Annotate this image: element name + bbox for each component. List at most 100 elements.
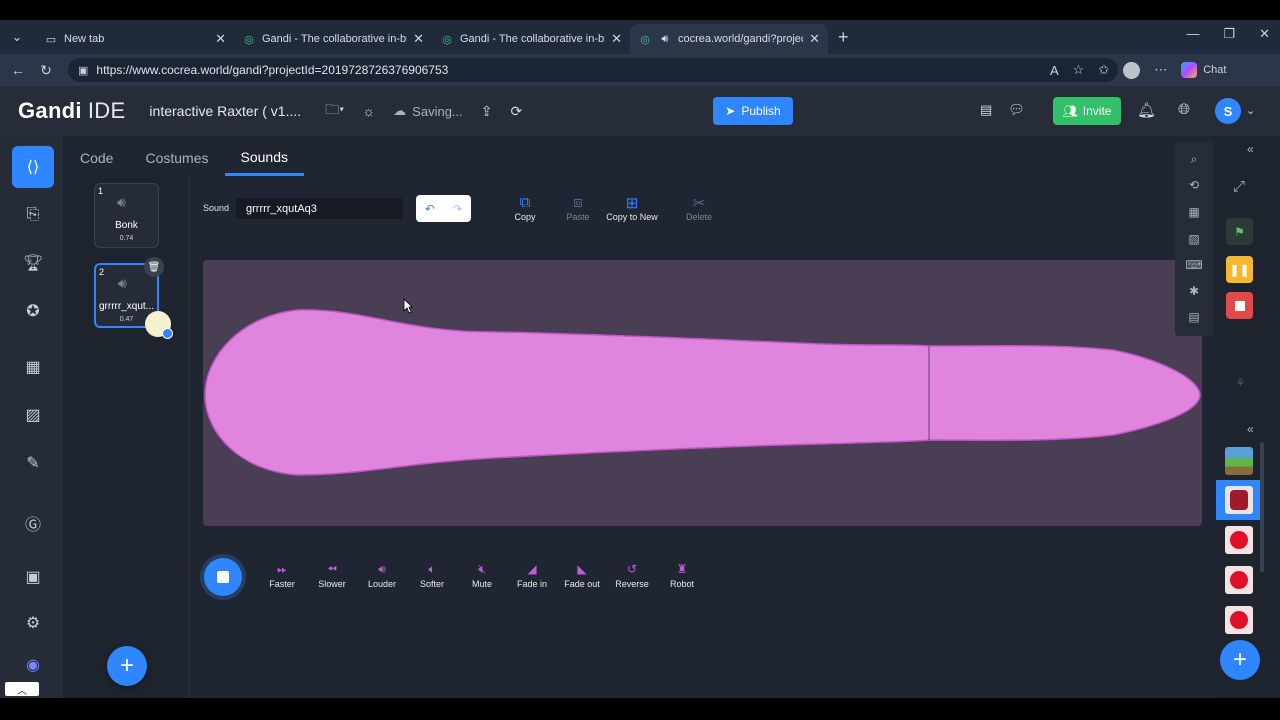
add-sprite-button[interactable]: +	[1220, 640, 1260, 680]
flag-icon: ⚑	[1234, 224, 1245, 239]
more-icon[interactable]: ⋯	[1154, 62, 1167, 78]
users-icon: 👥︎	[1062, 104, 1078, 118]
history-icon[interactable]: ⟲	[1185, 176, 1203, 194]
trophy-icon[interactable]: 🏆︎	[12, 242, 54, 284]
sync-icon[interactable]: ⟳	[511, 103, 523, 120]
avatar[interactable]: S	[1215, 98, 1241, 124]
chevron-down-icon[interactable]: ⌄	[1246, 104, 1255, 117]
new-tab-icon[interactable]: +	[838, 27, 860, 48]
upload-icon[interactable]: ⇪	[481, 103, 493, 120]
gear-icon[interactable]: ⚙	[12, 602, 54, 644]
favorite-star-icon[interactable]: ☆	[1073, 62, 1085, 78]
project-title[interactable]: interactive Raxter ( v1....	[149, 103, 301, 119]
tab-code[interactable]: Code	[64, 150, 129, 176]
effect-robot-button[interactable]: ♜ Robot	[657, 562, 707, 589]
browser-tab[interactable]: ▭ New tab ✕	[36, 24, 234, 54]
waveform-area[interactable]	[203, 260, 1202, 526]
sound-name-input[interactable]: grrrrr_xqutAq3	[236, 198, 403, 219]
effect-faster-button[interactable]: ⏩︎ Faster	[257, 562, 307, 589]
copy-button[interactable]: ⧉ Copy	[495, 194, 555, 222]
browser-tab-active[interactable]: ◎ 🔊︎ cocrea.world/gandi?projectId ✕	[630, 24, 828, 54]
restore-icon[interactable]: ❐	[1223, 26, 1235, 42]
effect-fade-in-button[interactable]: ◢ Fade in	[507, 562, 557, 589]
scissors-icon: ✂	[692, 195, 706, 212]
speaker-icon: 🔊︎	[118, 275, 127, 291]
robot-icon[interactable]: ▦	[1185, 203, 1203, 221]
publish-button[interactable]: ➤ Publish	[713, 97, 793, 125]
bug-icon[interactable]: ✱	[1185, 282, 1203, 300]
bell-icon[interactable]: 🔔︎	[1137, 101, 1156, 119]
extension-file-icon[interactable]: ⎘	[12, 194, 54, 236]
lightbulb-icon[interactable]: ☼	[362, 103, 375, 119]
tab-sounds[interactable]: Sounds	[224, 149, 304, 176]
sprite-thumbnail[interactable]	[1225, 606, 1253, 634]
back-icon[interactable]: ←	[4, 62, 32, 78]
effect-louder-button[interactable]: 🔊︎ Louder	[357, 562, 407, 589]
sound-item[interactable]: 1 🔊︎ Bonk 0.74	[94, 183, 159, 248]
speaker-icon[interactable]: 🔊︎	[658, 32, 672, 46]
redo-icon[interactable]: ↷	[444, 195, 472, 222]
search-icon[interactable]: ⌕	[1185, 150, 1203, 168]
collaborator-cursor	[145, 311, 173, 339]
robot-asset-icon[interactable]: ▦	[12, 346, 54, 388]
url-field[interactable]: ▣ https://www.cocrea.world/gandi?project…	[68, 58, 1118, 82]
close-window-icon[interactable]: ✕	[1259, 26, 1270, 42]
image-icon[interactable]: ▨	[1185, 230, 1203, 248]
gandi-logo[interactable]: Gandi IDE	[18, 98, 125, 124]
sticker-icon[interactable]: ✪	[12, 290, 54, 332]
close-tab-icon[interactable]: ✕	[809, 31, 820, 47]
effect-mute-button[interactable]: 🔇︎ Mute	[457, 562, 507, 589]
pause-button[interactable]: ❚❚	[1226, 256, 1253, 283]
tab-costumes[interactable]: Costumes	[129, 150, 224, 176]
briefcase-icon[interactable]: ▣	[12, 556, 54, 598]
tab-actions-menu-icon[interactable]: ⌄	[6, 26, 28, 48]
folder-icon[interactable]: 🗀︎▾	[325, 99, 344, 123]
effect-reverse-button[interactable]: ↺ Reverse	[607, 562, 657, 589]
favorites-icon[interactable]: ✩	[1098, 62, 1109, 78]
sprites-scrollbar[interactable]	[1260, 442, 1264, 572]
stop-project-button[interactable]	[1226, 292, 1253, 319]
browser-tab[interactable]: ◎ Gandi - The collaborative in-brows ✕	[432, 24, 630, 54]
sprite-thumbnail[interactable]	[1225, 447, 1253, 475]
minimize-icon[interactable]: —	[1186, 26, 1199, 42]
globe-icon[interactable]: 🌐︎	[1178, 101, 1190, 119]
invite-button[interactable]: 👥︎ Invite	[1053, 97, 1121, 125]
comments-icon[interactable]: 💬︎	[1008, 102, 1025, 118]
effect-softer-button[interactable]: 🔈︎ Softer	[407, 562, 457, 589]
green-flag-button[interactable]: ⚑	[1226, 218, 1253, 245]
waveform	[204, 309, 1201, 476]
undo-icon[interactable]: ↶	[416, 195, 444, 222]
collapse-sprites-icon[interactable]: «	[1247, 422, 1254, 436]
sprite-thumbnail-selected[interactable]	[1225, 486, 1253, 514]
terminal-icon[interactable]: ⌨	[1185, 256, 1203, 274]
sprite-thumbnail[interactable]	[1225, 566, 1253, 594]
document-icon[interactable]: ▤	[1185, 308, 1203, 326]
collapse-stage-icon[interactable]: «	[1247, 142, 1254, 156]
delete-button[interactable]: ✂ Delete	[669, 194, 729, 222]
effect-slower-button[interactable]: ⏪︎ Slower	[307, 562, 357, 589]
close-tab-icon[interactable]: ✕	[413, 31, 424, 47]
discord-icon[interactable]: ◉	[12, 644, 54, 686]
brush-icon[interactable]: ✎	[12, 442, 54, 484]
add-sound-button[interactable]: +	[107, 646, 147, 686]
effect-fade-out-button[interactable]: ◣ Fade out	[557, 562, 607, 589]
fullscreen-icon[interactable]: ⤢	[1233, 178, 1245, 195]
refresh-icon[interactable]: ↻	[32, 62, 60, 79]
browser-tab[interactable]: ◎ Gandi - The collaborative in-brows ✕	[234, 24, 432, 54]
copilot-chat-button[interactable]: Chat	[1181, 62, 1226, 78]
sprite-thumbnail[interactable]	[1225, 526, 1253, 554]
copy-to-new-button[interactable]: ⊞ Copy to New	[601, 194, 663, 222]
profile-icon[interactable]	[1123, 61, 1141, 79]
project-settings-icon[interactable]: ▤	[980, 102, 992, 118]
collapse-rail-icon[interactable]: ︿	[5, 682, 39, 697]
image-library-icon[interactable]: ▨	[12, 394, 54, 436]
site-info-icon[interactable]: ▣	[78, 64, 88, 77]
stop-button[interactable]	[204, 558, 242, 596]
paste-button[interactable]: ⧈ Paste	[548, 194, 608, 222]
delete-sound-icon[interactable]: 🗑︎	[144, 257, 164, 277]
close-tab-icon[interactable]: ✕	[215, 31, 226, 47]
code-editor-icon[interactable]: ⟨⟩	[12, 146, 54, 188]
close-tab-icon[interactable]: ✕	[611, 31, 622, 47]
gandi-asset-icon[interactable]: Ⓖ	[12, 502, 54, 544]
read-aloud-icon[interactable]: A	[1050, 63, 1059, 78]
